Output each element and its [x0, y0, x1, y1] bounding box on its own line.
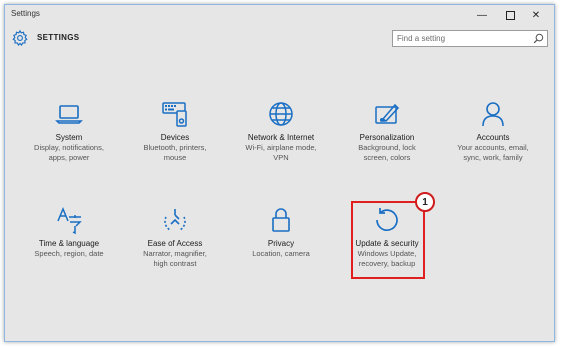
- tile-personalization-label: Personalization: [359, 133, 415, 142]
- tile-privacy-desc: Location, camera: [252, 249, 310, 258]
- page-title: SETTINGS: [37, 33, 80, 42]
- tile-devices-label: Devices: [160, 133, 190, 142]
- keyboard-icon: [162, 102, 187, 127]
- step-badge: 1: [415, 192, 435, 212]
- tile-time-language-label: Time & language: [38, 239, 100, 248]
- tile-time-language-desc: Speech, region, date: [34, 249, 104, 258]
- settings-header: SETTINGS: [5, 25, 554, 55]
- gear-icon: [12, 29, 28, 47]
- maximize-button[interactable]: [498, 7, 522, 23]
- tile-network[interactable]: Network & Internet Wi-Fi, airplane mode,…: [231, 99, 331, 163]
- tile-time-language[interactable]: Time & language Speech, region, date: [19, 205, 119, 259]
- tile-personalization[interactable]: Personalization Background, lock screen,…: [337, 99, 437, 163]
- tile-ease-of-access-desc: Narrator, magnifier, high contrast: [143, 249, 207, 268]
- paintbrush-icon: [375, 103, 400, 124]
- search-box[interactable]: [392, 30, 548, 47]
- tile-devices[interactable]: Devices Bluetooth, printers, mouse: [125, 99, 225, 163]
- lock-icon: [272, 208, 290, 232]
- globe-icon: [269, 102, 293, 126]
- tile-system[interactable]: System Display, notifications, apps, pow…: [19, 99, 119, 163]
- search-input[interactable]: [397, 32, 527, 45]
- tile-accounts-label: Accounts: [476, 133, 510, 142]
- settings-window: Settings — ✕ SETTINGS System: [4, 4, 555, 342]
- tile-accounts-desc: Your accounts, email, sync, work, family: [457, 143, 529, 162]
- tile-privacy-label: Privacy: [267, 239, 295, 248]
- tile-system-desc: Display, notifications, apps, power: [34, 143, 104, 162]
- highlight-box: [351, 201, 425, 279]
- tile-network-label: Network & Internet: [247, 133, 315, 142]
- tile-accounts[interactable]: Accounts Your accounts, email, sync, wor…: [443, 99, 543, 163]
- minimize-button[interactable]: —: [470, 7, 494, 23]
- language-icon: [57, 207, 82, 235]
- tile-network-desc: Wi-Fi, airplane mode, VPN: [245, 143, 317, 162]
- ease-of-access-icon: [164, 209, 186, 231]
- tile-devices-desc: Bluetooth, printers, mouse: [143, 143, 207, 162]
- close-button[interactable]: ✕: [524, 7, 548, 23]
- tile-ease-of-access-label: Ease of Access: [147, 239, 203, 248]
- tile-privacy[interactable]: Privacy Location, camera: [231, 205, 331, 259]
- maximize-icon: [505, 10, 515, 20]
- search-icon[interactable]: [533, 33, 544, 44]
- title-bar: Settings — ✕: [5, 5, 554, 25]
- tile-personalization-desc: Background, lock screen, colors: [358, 143, 416, 162]
- laptop-icon: [55, 105, 83, 124]
- tile-ease-of-access[interactable]: Ease of Access Narrator, magnifier, high…: [125, 205, 225, 269]
- person-icon: [482, 102, 504, 127]
- tile-system-label: System: [55, 133, 83, 142]
- window-title: Settings: [11, 9, 40, 18]
